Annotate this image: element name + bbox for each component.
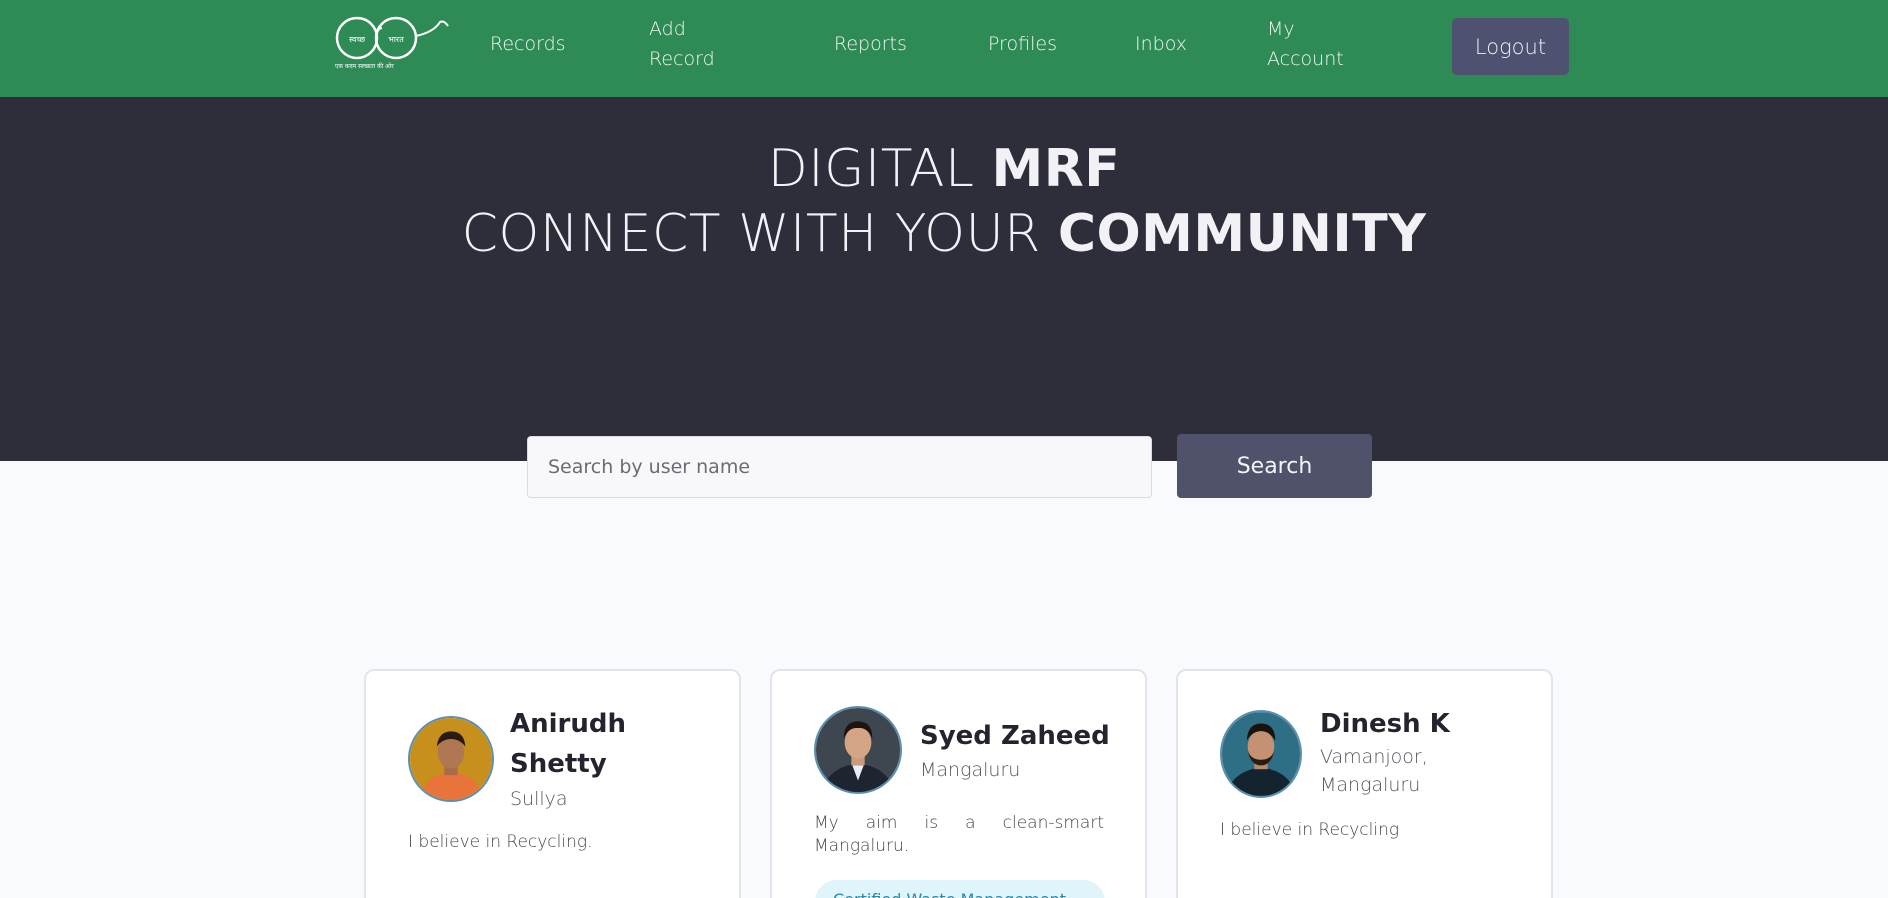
avatar [814,706,902,794]
svg-text:एक कदम स्वच्छता की ओर: एक कदम स्वच्छता की ओर [335,62,394,70]
hero-banner: DIGITAL MRF CONNECT WITH YOUR COMMUNITY … [0,97,1888,498]
profile-name: Anirudh Shetty [510,709,626,779]
profile-bio: My aim is a clean-smart Mangaluru. [814,813,1104,856]
profile-card[interactable]: Anirudh Shetty Sullya I believe in Recyc… [364,669,741,898]
profile-location: Vamanjoor, Mangaluru [1320,746,1428,796]
nav-records[interactable]: Records [490,29,566,59]
profile-bio: I believe in Recycling [1220,820,1400,840]
avatar [1220,710,1302,798]
svg-text:भारत: भारत [388,35,404,44]
nav-reports[interactable]: Reports [834,29,907,59]
svg-text:स्वच्छ: स्वच्छ [349,35,366,44]
swachh-bharat-logo[interactable]: स्वच्छ भारत एक कदम स्वच्छता की ओर [330,14,452,74]
profile-bio: I believe in Recycling. [408,832,593,852]
nav-inbox[interactable]: Inbox [1135,29,1187,59]
profile-card[interactable]: Dinesh K Vamanjoor, Mangaluru I believe … [1176,669,1553,898]
profile-location: Mangaluru [920,759,1021,781]
profile-location: Sullya [510,788,568,810]
certification-badge: Certified Waste Management [815,880,1105,898]
nav-add-record[interactable]: Add Record [649,14,739,74]
hero-title-line2: CONNECT WITH YOUR COMMUNITY [461,204,1427,264]
avatar [408,716,494,802]
logout-button[interactable]: Logout [1452,18,1569,75]
top-navbar: स्वच्छ भारत एक कदम स्वच्छता की ओर Record… [0,0,1888,97]
nav-my-account[interactable]: My Account [1267,14,1357,74]
hero-title-line1: DIGITAL MRF [767,139,1121,199]
profile-card[interactable]: Syed Zaheed Mangaluru My aim is a clean-… [770,669,1147,898]
user-search-input[interactable] [527,436,1152,498]
profile-name: Dinesh K [1320,709,1450,739]
search-button[interactable]: Search [1177,434,1372,498]
nav-profiles[interactable]: Profiles [988,29,1057,59]
profile-name: Syed Zaheed [920,721,1110,751]
